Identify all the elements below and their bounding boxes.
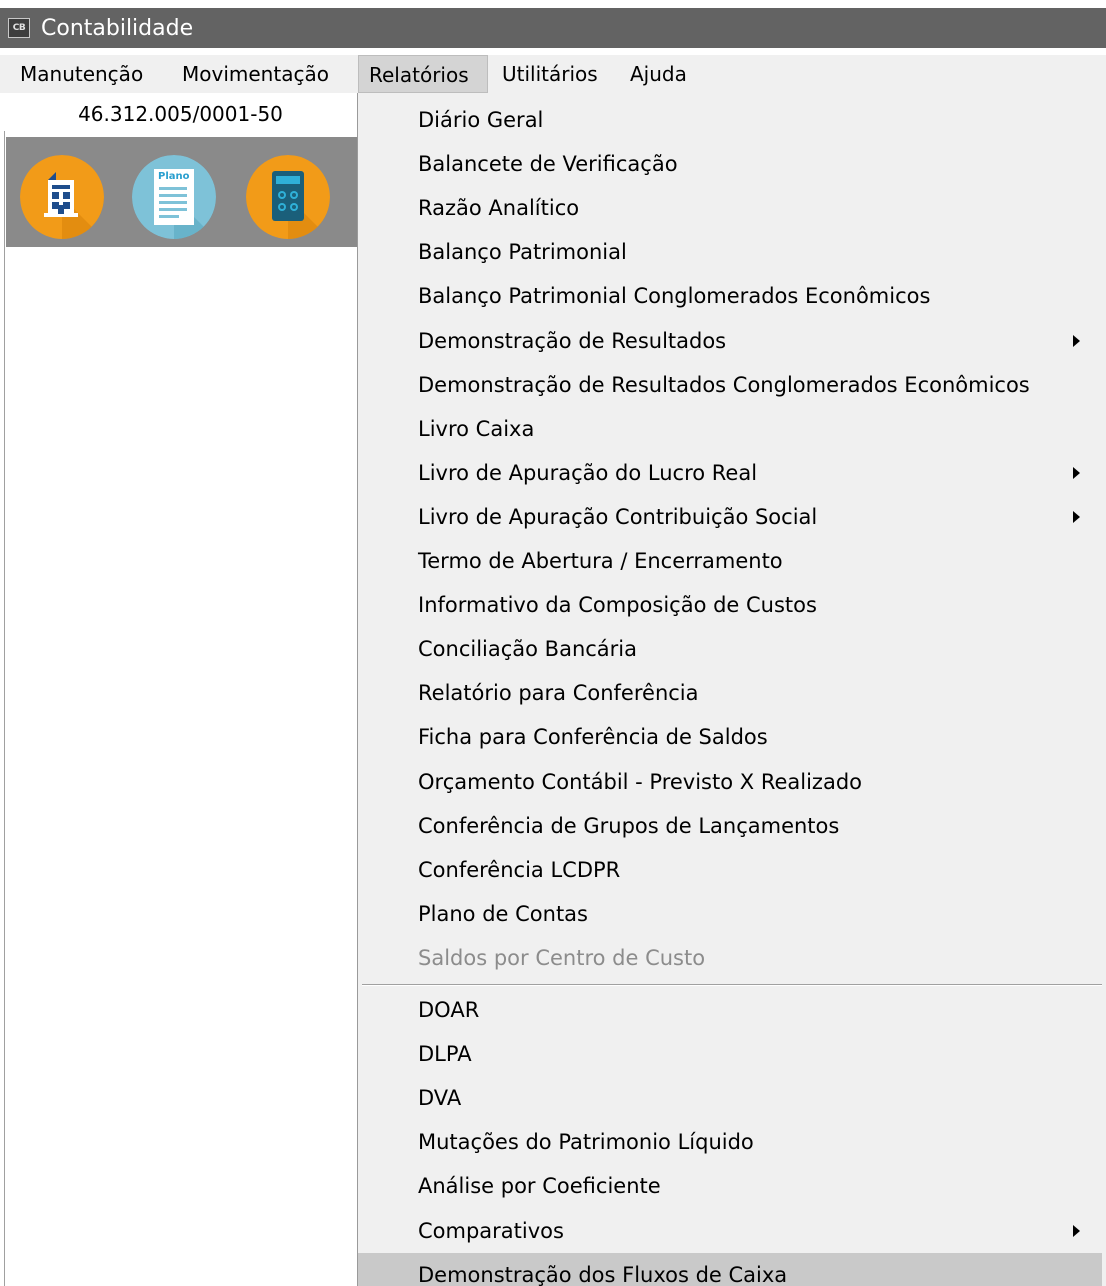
menu-item-analise-por-coeficiente[interactable]: Análise por Coeficiente: [358, 1164, 1102, 1208]
menu-bar: Manutenção Movimentação Relatórios Utili…: [0, 55, 1106, 93]
menu-item-label: Demonstração de Resultados Conglomerados…: [418, 372, 1030, 397]
menu-movimentacao[interactable]: Movimentação: [172, 55, 339, 93]
submenu-arrow-icon: [1073, 510, 1080, 523]
menu-item-label: Demonstração de Resultados: [418, 328, 727, 353]
menu-item-label: Livro de Apuração Contribuição Social: [418, 504, 818, 529]
menu-item-termo-de-abertura-encerramento[interactable]: Termo de Abertura / Encerramento: [358, 539, 1102, 583]
menu-item-livro-caixa[interactable]: Livro Caixa: [358, 407, 1102, 451]
menu-manutencao[interactable]: Manutenção: [10, 55, 153, 93]
application-window: CB Contabilidade Manutenção Movimentação…: [0, 0, 1106, 1286]
menu-item-dva[interactable]: DVA: [358, 1076, 1102, 1120]
menu-item-label: Orçamento Contábil - Previsto X Realizad…: [418, 769, 862, 794]
menu-item-label: Razão Analítico: [418, 196, 580, 221]
menu-item-conferencia-de-grupos-de-lancamentos[interactable]: Conferência de Grupos de Lançamentos: [358, 804, 1102, 848]
menu-item-label: DVA: [418, 1086, 462, 1111]
menu-item-label: Balancete de Verificação: [418, 152, 678, 177]
menu-item-label: Informativo da Composição de Custos: [418, 593, 817, 618]
menu-item-label: DOAR: [418, 998, 480, 1022]
menu-item-label: Relatório para Conferência: [418, 681, 699, 706]
menu-item-balancete-de-verificacao[interactable]: Balancete de Verificação: [358, 142, 1102, 186]
menu-item-balanco-patrimonial[interactable]: Balanço Patrimonial: [358, 230, 1102, 274]
menu-item-saldos-por-centro-de-custo: Saldos por Centro de Custo: [358, 936, 1102, 980]
menu-item-livro-de-apuracao-do-lucro-real[interactable]: Livro de Apuração do Lucro Real: [358, 451, 1102, 495]
menu-item-mutacoes-do-patrimonio-liquido[interactable]: Mutações do Patrimonio Líquido: [358, 1120, 1102, 1164]
menu-item-label: Livro Caixa: [418, 416, 535, 441]
submenu-arrow-icon: [1073, 466, 1080, 479]
title-bar: CB Contabilidade: [0, 8, 1106, 48]
menu-relatorios[interactable]: Relatórios: [358, 55, 488, 93]
menu-item-comparativos[interactable]: Comparativos: [358, 1209, 1102, 1253]
window-title: Contabilidade: [41, 15, 194, 41]
menu-item-label: Ficha para Conferência de Saldos: [418, 725, 768, 750]
menu-item-demonstracao-dos-fluxos-de-caixa[interactable]: Demonstração dos Fluxos de Caixa: [358, 1252, 1102, 1286]
menu-item-diario-geral[interactable]: Diário Geral: [358, 98, 1102, 142]
menu-item-label: Livro de Apuração do Lucro Real: [418, 460, 758, 485]
relatorios-dropdown-menu: Diário Geral Balancete de Verificação Razã…: [357, 93, 1106, 1286]
menu-item-label: Comparativos: [418, 1218, 564, 1243]
menu-item-conciliacao-bancaria[interactable]: Conciliação Bancária: [358, 627, 1102, 671]
menu-ajuda[interactable]: Ajuda: [620, 55, 697, 93]
company-cnpj: 46.312.005/0001-50: [4, 97, 357, 131]
plano-document-icon[interactable]: Plano: [132, 155, 216, 239]
menu-item-razao-analitico[interactable]: Razão Analítico: [358, 186, 1102, 230]
submenu-arrow-icon: [1073, 1224, 1080, 1237]
menu-item-label: Plano de Contas: [418, 901, 588, 926]
menu-utilitarios[interactable]: Utilitários: [492, 55, 608, 93]
panel-divider: [4, 97, 5, 1286]
menu-item-orcamento-contabil-previsto-x-realizado[interactable]: Orçamento Contábil - Previsto X Realizad…: [358, 760, 1102, 804]
app-logo-icon: CB: [8, 18, 30, 38]
menu-item-balanco-patrimonial-conglomerados-economicos[interactable]: Balanço Patrimonial Conglomerados Econôm…: [358, 274, 1102, 318]
menu-item-label: Conciliação Bancária: [418, 637, 638, 662]
calculator-icon[interactable]: [246, 155, 330, 239]
menu-item-relatorio-para-conferencia[interactable]: Relatório para Conferência: [358, 671, 1102, 715]
menu-item-conferencia-lcdpr[interactable]: Conferência LCDPR: [358, 848, 1102, 892]
menu-item-label: Conferência de Grupos de Lançamentos: [418, 813, 840, 838]
menu-item-label: Saldos por Centro de Custo: [418, 945, 706, 970]
menu-item-dlpa[interactable]: DLPA: [358, 1032, 1102, 1076]
menu-item-label: Mutações do Patrimonio Líquido: [418, 1130, 754, 1155]
menu-item-label: Termo de Abertura / Encerramento: [418, 549, 783, 573]
menu-separator: [362, 984, 1102, 986]
building-icon[interactable]: [20, 155, 104, 239]
svg-text:Plano: Plano: [158, 171, 190, 182]
menu-item-informativo-da-composicao-de-custos[interactable]: Informativo da Composição de Custos: [358, 583, 1102, 627]
menu-item-label: Conferência LCDPR: [418, 857, 621, 882]
submenu-arrow-icon: [1073, 334, 1080, 347]
menu-item-demonstracao-de-resultados[interactable]: Demonstração de Resultados: [358, 319, 1102, 363]
menu-item-doar[interactable]: DOAR: [358, 988, 1102, 1032]
shortcut-toolbar: Plano: [6, 137, 357, 247]
menu-item-plano-de-contas[interactable]: Plano de Contas: [358, 892, 1102, 936]
menu-item-demonstracao-de-resultados-conglomerados-economicos[interactable]: Demonstração de Resultados Conglomerados…: [358, 363, 1102, 407]
menu-item-label: DLPA: [418, 1042, 472, 1067]
menu-item-label: Balanço Patrimonial: [418, 240, 627, 265]
menu-item-label: Análise por Coeficiente: [418, 1174, 661, 1199]
menu-item-ficha-para-conferencia-de-saldos[interactable]: Ficha para Conferência de Saldos: [358, 715, 1102, 759]
menu-item-label: Demonstração dos Fluxos de Caixa: [418, 1262, 788, 1286]
menu-item-livro-de-apuracao-contribuicao-social[interactable]: Livro de Apuração Contribuição Social: [358, 495, 1102, 539]
menu-item-label: Diário Geral: [418, 108, 544, 132]
menu-item-label: Balanço Patrimonial Conglomerados Econôm…: [418, 284, 931, 309]
